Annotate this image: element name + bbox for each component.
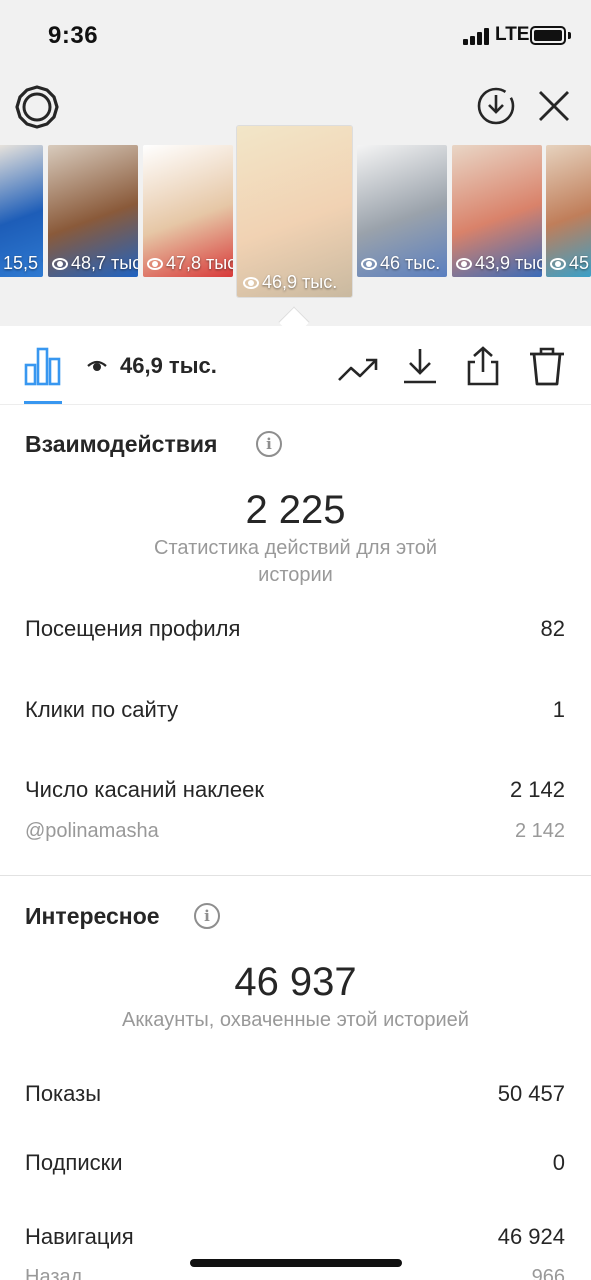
status-bar: 9:36 LTE xyxy=(0,0,591,72)
status-time: 9:36 xyxy=(48,22,99,49)
back-value: 966 xyxy=(531,1266,565,1280)
network-type: LTE xyxy=(495,24,530,45)
impressions-label: Показы xyxy=(25,1081,102,1106)
eye-icon xyxy=(550,258,566,270)
insights-tab[interactable] xyxy=(22,345,64,387)
follows-label: Подписки xyxy=(25,1150,123,1175)
sticker-taps-value: 2 142 xyxy=(509,777,565,802)
profile-visits-label: Посещения профиля xyxy=(25,616,241,641)
save-button[interactable] xyxy=(399,345,441,387)
story-thumbnail[interactable]: 46 тыс. xyxy=(357,145,447,277)
story-views: 47,8 тыс. xyxy=(147,253,233,274)
back-label: Назад xyxy=(25,1266,83,1280)
section-divider xyxy=(0,875,591,876)
story-views: 46,9 тыс. xyxy=(243,272,337,293)
trending-up-icon xyxy=(338,358,378,381)
website-clicks-value: 1 xyxy=(552,697,565,722)
sticker-mention-label: @polinamasha xyxy=(25,820,159,842)
story-views: 15,5 тыс. xyxy=(3,253,43,273)
eye-icon xyxy=(52,258,68,270)
eye-icon xyxy=(361,258,377,270)
story-thumbnail[interactable]: 48,7 тыс. xyxy=(48,145,138,277)
discovery-title: Интересное xyxy=(25,903,160,929)
promote-button[interactable] xyxy=(336,347,380,391)
battery-icon xyxy=(530,26,566,45)
share-icon xyxy=(467,346,499,386)
discovery-total: 46 937 xyxy=(234,960,357,1004)
info-icon[interactable]: i xyxy=(256,431,282,457)
views-count: 46,9 тыс. xyxy=(120,353,217,378)
bar-chart-icon xyxy=(24,347,61,386)
interactions-title: Взаимодействия xyxy=(25,431,218,457)
eye-icon xyxy=(243,277,259,289)
download-circle-icon xyxy=(477,87,515,125)
close-button[interactable] xyxy=(534,86,574,126)
follows-value: 0 xyxy=(552,1150,565,1175)
navigation-label: Навигация xyxy=(25,1224,134,1249)
story-toolbar: 46,9 тыс. xyxy=(0,327,591,405)
interactions-total: 2 225 xyxy=(245,488,346,532)
discovery-caption: Аккаунты, охваченные этой историей xyxy=(122,1009,469,1031)
active-tab-indicator xyxy=(24,401,62,404)
trash-icon xyxy=(530,347,564,386)
story-thumbnail[interactable]: 43,9 тыс. xyxy=(452,145,542,277)
gear-icon xyxy=(15,85,59,129)
eye-icon xyxy=(456,258,472,270)
story-views: 48,7 тыс. xyxy=(52,253,138,274)
navigation-value: 46 924 xyxy=(497,1224,565,1249)
eye-icon xyxy=(147,258,163,270)
home-indicator[interactable] xyxy=(190,1259,402,1267)
story-thumbnail[interactable]: 47,8 тыс. xyxy=(143,145,233,277)
story-views: 45 xyxy=(550,253,589,274)
delete-button[interactable] xyxy=(525,344,569,388)
interactions-caption: Статистика действий для этой истории xyxy=(154,537,437,586)
profile-visits-value: 82 xyxy=(540,616,565,641)
story-thumbnail[interactable]: 15,5 тыс. xyxy=(0,145,43,277)
download-circle-button[interactable] xyxy=(475,85,517,127)
close-icon xyxy=(539,91,569,121)
story-thumbnail-selected[interactable]: 46,9 тыс. xyxy=(237,126,352,297)
website-clicks-label: Клики по сайту xyxy=(25,697,179,722)
settings-button[interactable] xyxy=(14,84,60,130)
story-thumbnail[interactable]: 45 xyxy=(546,145,591,277)
info-icon[interactable]: i xyxy=(194,903,220,929)
signal-icon xyxy=(463,27,491,45)
sticker-mention-value: 2 142 xyxy=(514,820,565,842)
story-views: 46 тыс. xyxy=(361,253,440,274)
story-views: 43,9 тыс. xyxy=(456,253,542,274)
download-icon xyxy=(404,349,436,384)
share-button[interactable] xyxy=(461,344,505,388)
eye-icon xyxy=(86,355,108,377)
sticker-taps-label: Число касаний наклеек xyxy=(25,777,264,802)
impressions-value: 50 457 xyxy=(497,1081,565,1106)
